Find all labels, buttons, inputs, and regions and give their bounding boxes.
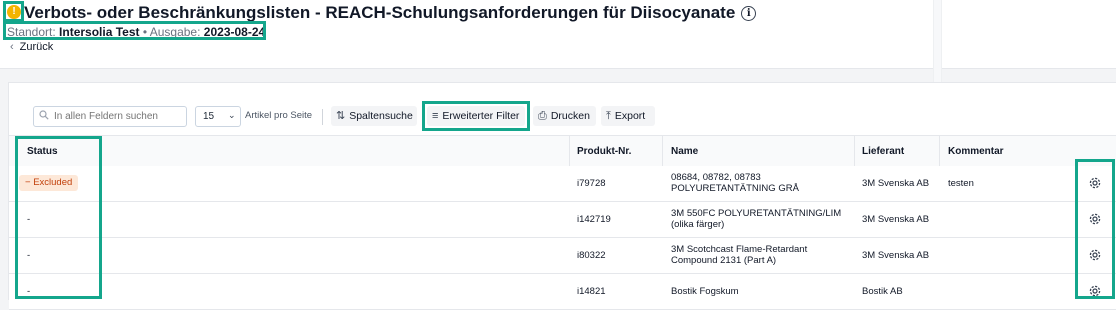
column-header-name[interactable]: Name <box>671 146 698 157</box>
table-toolbar: 15 ⌄ Artikel pro Seite ⇅Spaltensuche ≡Er… <box>9 83 1116 133</box>
meta-separator: • <box>142 25 148 39</box>
per-page-label: Artikel pro Seite <box>245 110 313 121</box>
toolbar-divider <box>322 109 323 125</box>
print-button[interactable]: ⎙ Drucken <box>533 106 596 126</box>
search-input[interactable] <box>54 109 182 123</box>
product-no-cell: i80322 <box>577 250 606 261</box>
site-label: Standort: <box>7 25 56 39</box>
export-label: Export <box>614 110 646 122</box>
supplier-cell: 3M Svenska AB <box>862 214 930 225</box>
export-button[interactable]: ⤒ Export <box>601 106 655 126</box>
advanced-filter-label: Erweiterter Filter <box>442 110 520 122</box>
page-header: ! Verbots- oder Beschränkungslisten - RE… <box>0 0 1116 69</box>
back-label: Zurück <box>19 41 54 53</box>
column-header-supplier[interactable]: Lieferant <box>862 146 904 157</box>
gear-icon[interactable] <box>1087 175 1103 191</box>
export-icon: ⤒ <box>606 110 611 122</box>
print-label: Drucken <box>550 110 590 122</box>
gear-icon[interactable] <box>1087 283 1103 299</box>
page-meta: Standort: Intersolia Test • Ausgabe: 202… <box>7 24 265 40</box>
search-icon <box>39 110 49 120</box>
edition-label: Ausgabe: <box>149 25 201 39</box>
column-header-comment[interactable]: Kommentar <box>948 146 1004 157</box>
advanced-filter-button[interactable]: ≡ Erweiterter Filter <box>427 106 525 126</box>
product-no-cell: i142719 <box>577 214 611 225</box>
status-badge-prefix: − <box>25 177 31 188</box>
page-title: Verbots- oder Beschränkungslisten - REAC… <box>24 2 757 24</box>
column-search-icon: ⇅ <box>336 110 346 122</box>
status-badge-label: Excluded <box>33 177 73 188</box>
page-title-text: Verbots- oder Beschränkungslisten - REAC… <box>24 3 736 22</box>
chevron-down-icon: ⌄ <box>228 110 236 120</box>
supplier-cell: 3M Svenska AB <box>862 178 930 189</box>
table-row[interactable]: - i14821 Bostik Fogskum Bostik AB <box>9 274 1116 310</box>
info-icon[interactable]: i <box>741 6 757 21</box>
name-cell: Bostik Fogskum <box>671 286 739 297</box>
status-cell: - <box>27 250 31 261</box>
column-search-button[interactable]: ⇅ Spaltensuche <box>331 106 417 126</box>
column-header-status[interactable]: Status <box>27 146 58 157</box>
product-no-cell: i79728 <box>577 178 606 189</box>
table-row[interactable]: − Excluded i79728 08684, 08782, 08783 PO… <box>9 166 1116 202</box>
page-size-select[interactable]: 15 ⌄ <box>195 106 241 127</box>
column-search-label: Spaltensuche <box>349 110 413 122</box>
gear-icon[interactable] <box>1087 247 1103 263</box>
name-cell: 3M Scotchcast Flame-Retardant Compound 2… <box>671 244 808 266</box>
name-cell: 3M 550FC POLYURETANTÄTNING/LIM (olika fä… <box>671 208 842 230</box>
table-row[interactable]: - i80322 3M Scotchcast Flame-Retardant C… <box>9 238 1116 274</box>
chevron-left-icon: ‹ <box>10 41 14 53</box>
column-divider <box>569 136 570 166</box>
status-badge: − Excluded <box>19 175 79 191</box>
column-divider <box>939 136 940 166</box>
table-header: Status Produkt-Nr. Name Lieferant Kommen… <box>9 135 1116 167</box>
page-size-value: 15 <box>203 111 215 122</box>
search-box[interactable] <box>33 106 187 127</box>
name-cell: 08684, 08782, 08783 POLYURETANTÄTNING GR… <box>671 172 799 194</box>
supplier-cell: Bostik AB <box>862 286 903 297</box>
gear-icon[interactable] <box>1087 211 1103 227</box>
filter-icon: ≡ <box>432 110 439 122</box>
comment-cell: testen <box>948 178 974 189</box>
warning-circle-icon: ! <box>7 5 21 19</box>
product-no-cell: i14821 <box>577 286 606 297</box>
supplier-cell: 3M Svenska AB <box>862 250 930 261</box>
column-divider <box>662 136 663 166</box>
printer-icon: ⎙ <box>538 110 547 122</box>
column-divider <box>854 136 855 166</box>
back-link[interactable]: ‹ Zurück <box>10 41 53 53</box>
status-cell: - <box>27 286 31 297</box>
edition-value: 2023-08-24 <box>203 25 266 39</box>
column-header-product-no[interactable]: Produkt-Nr. <box>577 146 631 157</box>
site-value: Intersolia Test <box>59 25 140 39</box>
table-row[interactable]: - i142719 3M 550FC POLYURETANTÄTNING/LIM… <box>9 202 1116 238</box>
list-card: 15 ⌄ Artikel pro Seite ⇅Spaltensuche ≡Er… <box>8 82 1116 310</box>
status-cell: - <box>27 214 31 225</box>
